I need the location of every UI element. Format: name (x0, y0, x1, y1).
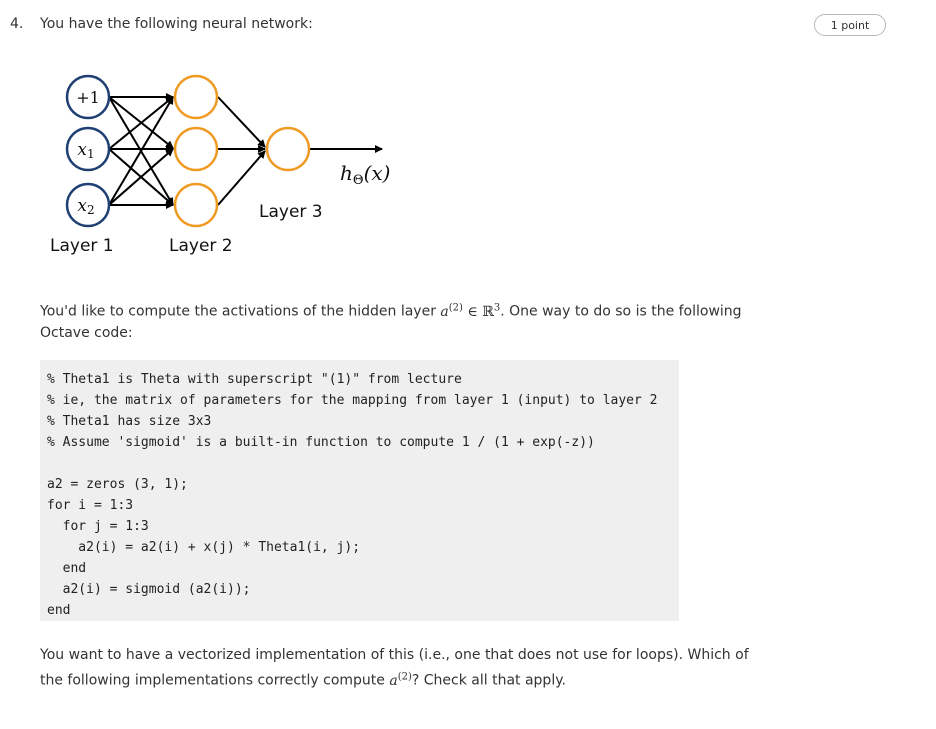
code-line: for i = 1:3 (47, 498, 134, 513)
input-node-x1: x1 (65, 126, 111, 172)
code-line: % Theta1 has size 3x3 (47, 414, 212, 429)
layer-label-1: Layer 1 (50, 236, 114, 256)
layer-label-2: Layer 2 (169, 236, 233, 256)
question-paragraph-1: You'd like to compute the activations of… (40, 302, 742, 341)
code-line: a2 = zeros (3, 1); (47, 477, 188, 492)
code-line: % Theta1 is Theta with superscript "(1)"… (47, 372, 462, 387)
question-paragraph-2: You want to have a vectorized implementa… (40, 647, 749, 689)
input-node-x2: x2 (65, 182, 111, 228)
code-line: for j = 1:3 (47, 519, 149, 534)
code-line: % ie, the matrix of parameters for the m… (47, 393, 658, 408)
question-number: 4. (10, 16, 24, 32)
code-line: end (47, 603, 71, 618)
code-line: end (47, 561, 87, 576)
code-line: a2(i) = sigmoid (a2(i)); (47, 582, 251, 597)
neural-network-diagram: +1 x1 x2 hΘ(x) Layer 1 Layer 2 Layer 3 (50, 74, 390, 256)
octave-code-block: % Theta1 is Theta with superscript "(1)"… (40, 360, 679, 621)
hidden-node-1 (173, 74, 219, 120)
code-line: % Assume 'sigmoid' is a built-in functio… (47, 435, 595, 450)
input-node-bias: +1 (65, 74, 111, 120)
code-line: a2(i) = a2(i) + x(j) * Theta1(i, j); (47, 540, 361, 555)
hidden-node-2 (173, 126, 219, 172)
hidden-output-edges (217, 96, 266, 206)
hidden-node-3 (173, 182, 219, 228)
points-badge: 1 point (814, 14, 886, 36)
question-title: You have the following neural network: (40, 16, 313, 32)
layer-label-3: Layer 3 (259, 202, 323, 222)
output-label: hΘ(x) (340, 161, 390, 188)
input-hidden-edges (108, 93, 174, 209)
output-node (265, 126, 311, 172)
svg-text:+1: +1 (76, 88, 100, 107)
